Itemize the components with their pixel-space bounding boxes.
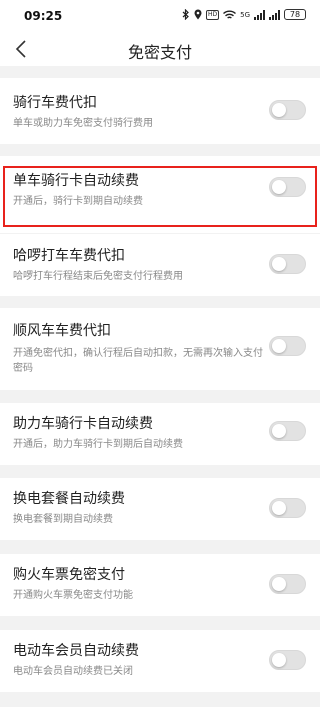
setting-item-title: 电动车会员自动续费 <box>13 643 139 659</box>
hd-badge: HD <box>205 9 220 20</box>
toggle-knob <box>272 653 286 667</box>
toggle-knob <box>272 424 286 438</box>
setting-item-title: 购火车票免密支付 <box>13 567 125 583</box>
setting-item-subtitle: 哈啰打车行程结束后免密支付行程费用 <box>13 271 183 282</box>
setting-item-ebike-membership-renewal: 电动车会员自动续费 电动车会员自动续费已关闭 <box>0 630 320 692</box>
toggle-knob <box>272 257 286 271</box>
setting-item-title: 助力车骑行卡自动续费 <box>13 416 153 432</box>
wifi-icon <box>223 10 237 19</box>
nav-bar: 免密支付 <box>0 32 320 66</box>
battery-icon: 78 <box>284 9 306 20</box>
setting-item-subtitle: 单车或助力车免密支付骑行费用 <box>13 118 153 129</box>
setting-item-ebike-card-renewal: 助力车骑行卡自动续费 开通后，助力车骑行卡到期后自动续费 <box>0 403 320 465</box>
setting-item-riding-fee: 骑行车费代扣 单车或助力车免密支付骑行费用 <box>0 78 320 144</box>
status-bar: 09:25 HD 5G 78 <box>0 0 320 32</box>
bluetooth-icon <box>182 9 189 20</box>
riding-fee-toggle[interactable] <box>269 100 306 120</box>
setting-item-title: 顺风车车费代扣 <box>13 323 111 339</box>
setting-item-taxi-fee: 哈啰打车车费代扣 哈啰打车行程结束后免密支付行程费用 <box>0 234 320 296</box>
signal-icon-2 <box>269 9 280 20</box>
status-time: 09:25 <box>24 9 63 23</box>
carpool-fee-toggle[interactable] <box>269 336 306 356</box>
setting-item-subtitle: 换电套餐到期自动续费 <box>13 514 113 525</box>
train-ticket-payment-toggle[interactable] <box>269 574 306 594</box>
page-title: 免密支付 <box>127 43 192 62</box>
setting-item-subtitle: 电动车会员自动续费已关闭 <box>13 666 133 677</box>
status-icons: HD 5G 78 <box>182 9 306 20</box>
network-label: 5G <box>240 10 250 19</box>
ebike-membership-renewal-toggle[interactable] <box>269 650 306 670</box>
signal-icon <box>254 9 265 20</box>
ebike-card-renewal-toggle[interactable] <box>269 421 306 441</box>
location-icon <box>194 9 202 20</box>
setting-item-subtitle: 开通免密代扣，确认行程后自动扣款，无需再次输入支付密码 <box>13 348 263 374</box>
taxi-fee-toggle[interactable] <box>269 254 306 274</box>
toggle-knob <box>272 501 286 515</box>
toggle-knob <box>272 577 286 591</box>
battery-swap-renewal-toggle[interactable] <box>269 498 306 518</box>
toggle-knob <box>272 103 286 117</box>
setting-item-title: 换电套餐自动续费 <box>13 491 125 507</box>
bottom-strip <box>0 707 320 715</box>
setting-item-subtitle: 开通购火车票免密支付功能 <box>13 590 133 601</box>
toggle-knob <box>272 339 286 353</box>
setting-item-title: 哈啰打车车费代扣 <box>13 248 125 264</box>
highlight-box <box>3 166 317 227</box>
setting-item-subtitle: 开通后，助力车骑行卡到期后自动续费 <box>13 439 183 450</box>
setting-item-carpool-fee: 顺风车车费代扣 开通免密代扣，确认行程后自动扣款，无需再次输入支付密码 <box>0 308 320 390</box>
battery-level: 78 <box>289 10 301 19</box>
setting-item-title: 骑行车费代扣 <box>13 95 97 111</box>
setting-item-battery-swap-renewal: 换电套餐自动续费 换电套餐到期自动续费 <box>0 478 320 540</box>
setting-item-train-ticket-payment: 购火车票免密支付 开通购火车票免密支付功能 <box>0 554 320 616</box>
